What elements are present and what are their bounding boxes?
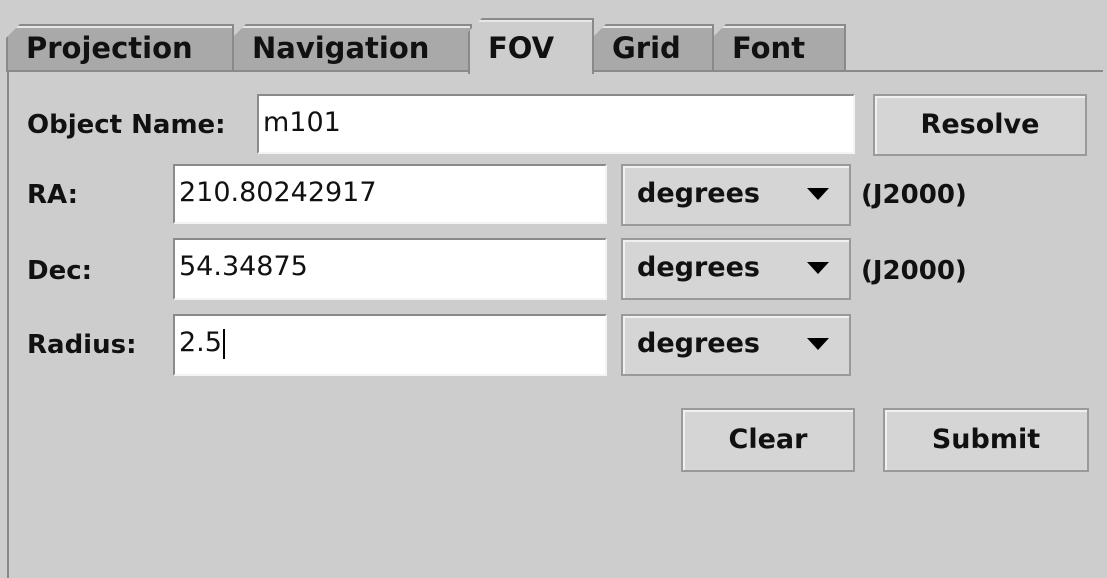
ra-unit-select[interactable]: degrees <box>621 164 851 226</box>
dec-label: Dec: <box>27 256 93 286</box>
tab-navigation[interactable]: Navigation <box>232 24 472 72</box>
radius-unit-select[interactable]: degrees <box>621 314 851 376</box>
dec-input[interactable]: 54.34875 <box>173 238 607 300</box>
tab-fov[interactable]: FOV <box>468 18 594 74</box>
resolve-button[interactable]: Resolve <box>873 94 1087 156</box>
tab-label: Grid <box>612 31 681 65</box>
clear-button[interactable]: Clear <box>681 408 855 472</box>
ra-label: RA: <box>27 180 79 210</box>
chevron-down-icon <box>807 262 829 274</box>
submit-button[interactable]: Submit <box>883 408 1089 472</box>
ra-epoch-label: (J2000) <box>861 180 967 210</box>
tab-label: Font <box>732 31 806 65</box>
object-name-label: Object Name: <box>27 110 226 140</box>
tab-label: Projection <box>26 31 193 65</box>
dec-epoch-label: (J2000) <box>861 256 967 286</box>
chevron-down-icon <box>807 338 829 350</box>
fov-panel: Object Name: m101 Resolve RA: 210.802429… <box>7 70 1103 578</box>
fov-window: Projection Navigation FOV Grid Font Obje… <box>0 0 1107 578</box>
tab-grid[interactable]: Grid <box>592 24 714 72</box>
tab-label: FOV <box>488 31 555 65</box>
radius-label: Radius: <box>27 330 137 360</box>
tab-label: Navigation <box>252 31 430 65</box>
text-caret <box>222 328 225 359</box>
radius-input[interactable]: 2.5 <box>173 314 607 376</box>
ra-input[interactable]: 210.80242917 <box>173 164 607 224</box>
tab-projection[interactable]: Projection <box>6 24 234 72</box>
tab-font[interactable]: Font <box>712 24 846 72</box>
object-name-input[interactable]: m101 <box>257 94 855 154</box>
chevron-down-icon <box>807 188 829 200</box>
dec-unit-select[interactable]: degrees <box>621 238 851 300</box>
